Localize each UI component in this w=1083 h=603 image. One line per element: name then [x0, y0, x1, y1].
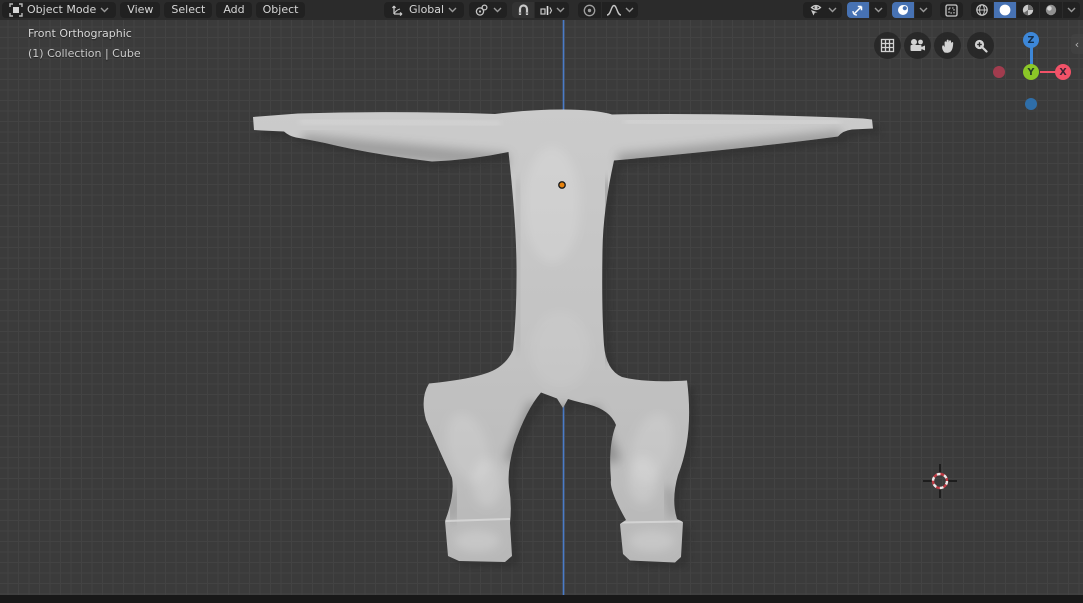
xray-toggle-icon: [944, 3, 959, 18]
chevron-down-icon: [874, 7, 883, 13]
grid-ortho-button[interactable]: [874, 32, 901, 59]
snap-group: [512, 2, 570, 18]
shading-mode-group: [971, 2, 1080, 18]
camera-view-button[interactable]: [904, 32, 931, 59]
gizmo-z-line: [1030, 47, 1033, 65]
visibility-filter[interactable]: [803, 2, 842, 18]
object-mode-icon: [9, 3, 23, 17]
shading-rendered-icon: [1044, 3, 1058, 17]
object-origin-dot: [558, 181, 566, 189]
snap-target-selector[interactable]: [535, 2, 570, 18]
transform-orientation-selector[interactable]: Global: [384, 2, 465, 18]
shading-rendered[interactable]: [1040, 2, 1062, 18]
grid-icon: [880, 38, 895, 53]
gizmo-group: [847, 2, 887, 18]
menu-add[interactable]: Add: [216, 2, 252, 18]
orientation-label: Global: [409, 3, 445, 16]
falloff-curve-icon: [606, 3, 622, 17]
chevron-down-icon: [919, 7, 928, 13]
gizmo-z-ball[interactable]: Z: [1023, 32, 1039, 48]
chevron-down-icon: [828, 7, 837, 13]
shading-wireframe[interactable]: [971, 2, 993, 18]
gizmo-neg-x-ball[interactable]: [993, 66, 1005, 78]
shading-dropdown[interactable]: [1063, 2, 1080, 18]
3d-cursor: [923, 464, 957, 498]
shading-solid-icon: [998, 3, 1012, 17]
snap-magnet-icon: [516, 3, 530, 17]
menu-view[interactable]: View: [120, 2, 161, 18]
pivot-point-icon: [474, 3, 489, 18]
proportional-editing-icon: [582, 3, 597, 18]
scene-canvas: [253, 20, 957, 595]
pan-view-button[interactable]: [934, 32, 961, 59]
view-label: Front Orthographic: [28, 27, 132, 40]
gizmo-y-ball[interactable]: Y: [1023, 64, 1039, 80]
chevron-down-icon: [100, 7, 109, 13]
menu-select[interactable]: Select: [164, 2, 213, 18]
chevron-down-icon: [556, 7, 565, 13]
menu-object[interactable]: Object: [255, 2, 306, 18]
transform-orientation-icon: [391, 3, 405, 17]
shading-material[interactable]: [1017, 2, 1039, 18]
gizmo-toggle[interactable]: [847, 2, 869, 18]
falloff-selector[interactable]: [602, 2, 639, 18]
viewport-header: Object Mode View Select Add Object Globa…: [0, 0, 1083, 21]
xray-toggle[interactable]: [940, 2, 963, 18]
pivot-point-selector[interactable]: [469, 2, 508, 18]
gizmo-neg-z-ball[interactable]: [1025, 98, 1037, 110]
overlays-toggle[interactable]: [892, 2, 914, 18]
blender-window: Object Mode View Select Add Object Globa…: [0, 0, 1083, 603]
overlays-toggle-icon: [896, 3, 910, 17]
visibility-filter-icon: [808, 3, 824, 17]
shading-solid[interactable]: [994, 2, 1016, 18]
chevron-down-icon: [625, 7, 634, 13]
mode-selector[interactable]: Object Mode: [2, 2, 117, 18]
gizmo-dropdown[interactable]: [870, 2, 887, 18]
chevron-down-icon: [493, 7, 502, 13]
overlays-group: [892, 2, 932, 18]
proportional-editing-toggle[interactable]: [578, 2, 602, 18]
snap-target-icon: [539, 3, 553, 17]
chevron-down-icon: [1067, 7, 1076, 13]
shading-wireframe-icon: [975, 3, 989, 17]
breadcrumb: (1) Collection | Cube: [28, 47, 141, 60]
gizmo-toggle-icon: [851, 3, 865, 17]
shading-material-icon: [1021, 3, 1035, 17]
zoom-icon: [973, 38, 988, 53]
zoom-view-button[interactable]: [967, 32, 994, 59]
pan-hand-icon: [940, 38, 955, 54]
collapse-arrow: ‹: [1074, 37, 1080, 51]
3d-viewport[interactable]: Front Orthographic (1) Collection | Cube: [0, 20, 1083, 595]
gizmo-x-line: [1040, 70, 1056, 73]
proportional-edit-group: [578, 2, 639, 18]
mode-label: Object Mode: [27, 3, 97, 16]
snap-toggle[interactable]: [512, 2, 535, 18]
bottom-strip: [0, 595, 1083, 603]
gizmo-x-ball[interactable]: X: [1055, 64, 1071, 80]
sidebar-collapse-tab[interactable]: ‹: [1071, 34, 1083, 54]
camera-icon: [909, 38, 926, 53]
chevron-down-icon: [448, 7, 457, 13]
overlays-dropdown[interactable]: [915, 2, 932, 18]
